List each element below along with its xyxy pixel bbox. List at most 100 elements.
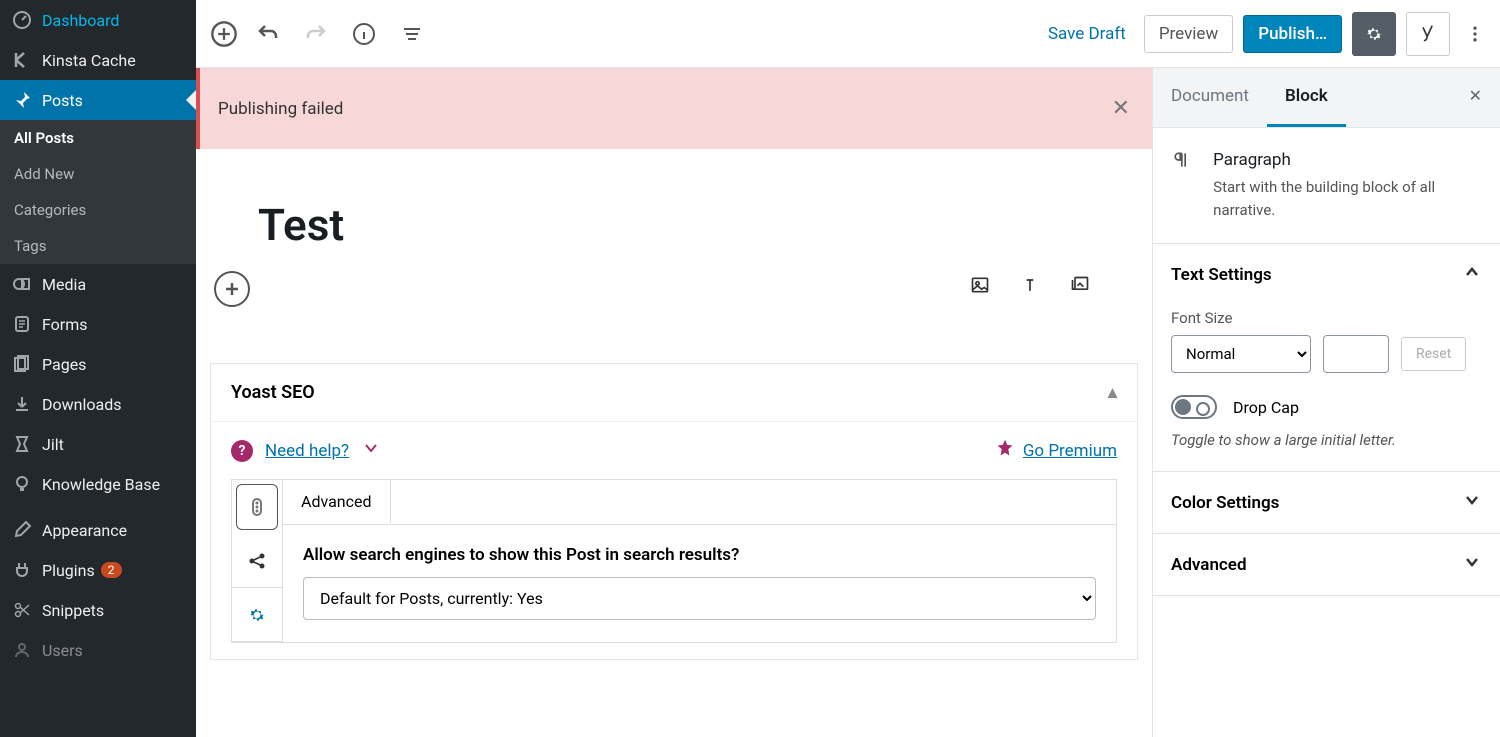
search-engines-select[interactable]: Default for Posts, currently: Yes [303,577,1096,620]
preview-button[interactable]: Preview [1144,15,1233,53]
advanced-toggle[interactable]: Advanced [1153,534,1500,595]
settings-toggle-button[interactable] [1352,12,1396,56]
editor-topbar: Save Draft Preview Publish… [196,0,1500,68]
help-icon: ? [231,440,253,462]
need-help-link[interactable]: Need help? [265,441,349,461]
sidebar-label: Users [42,641,83,660]
sidebar-item-downloads[interactable]: Downloads [0,384,196,424]
chevron-up-icon [1462,262,1482,287]
posts-submenu: All Posts Add New Categories Tags [0,120,196,264]
font-size-select[interactable]: Normal [1171,335,1311,373]
drop-cap-hint: Toggle to show a large initial letter. [1171,431,1482,449]
settings-sidebar: Document Block ✕ Paragraph Start with th… [1152,68,1500,737]
heading-block-icon[interactable] [1020,275,1048,303]
sidebar-item-pages[interactable]: Pages [0,344,196,384]
yoast-tab-advanced[interactable] [232,588,282,642]
notice-text: Publishing failed [218,99,343,119]
image-block-icon[interactable] [970,275,998,303]
sidebar-label: Plugins [42,561,95,580]
chevron-down-icon [361,438,381,463]
users-icon [12,640,32,660]
sidebar-label: Kinsta Cache [42,51,136,70]
sidebar-item-appearance[interactable]: Appearance [0,510,196,550]
font-size-input[interactable] [1323,335,1389,373]
more-menu-button[interactable] [1460,12,1490,56]
sidebar-item-users[interactable]: Users [0,630,196,670]
update-badge: 2 [101,562,122,578]
plug-icon [12,560,32,580]
sidebar-item-dashboard[interactable]: Dashboard [0,0,196,40]
chevron-down-icon [1462,552,1482,577]
tab-document[interactable]: Document [1153,68,1267,127]
add-block-button[interactable] [206,16,242,52]
sidebar-label: Snippets [42,601,104,620]
sidebar-item-media[interactable]: Media [0,264,196,304]
error-notice: Publishing failed ✕ [196,68,1152,149]
jilt-icon [12,434,32,454]
sidebar-label: Media [42,275,86,294]
yoast-tab-social[interactable] [232,534,282,588]
block-nav-button[interactable] [390,12,434,56]
yoast-tab-readability[interactable] [236,484,278,530]
submenu-categories[interactable]: Categories [0,192,196,228]
bulb-icon [12,474,32,494]
content-info-button[interactable] [342,12,386,56]
sidebar-item-forms[interactable]: Forms [0,304,196,344]
tab-block[interactable]: Block [1267,68,1346,127]
font-size-reset-button[interactable]: Reset [1401,337,1466,371]
save-draft-button[interactable]: Save Draft [1040,16,1134,52]
sidebar-item-kb[interactable]: Knowledge Base [0,464,196,504]
sidebar-label: Posts [42,91,83,110]
forms-icon [12,314,32,334]
font-size-label: Font Size [1171,309,1482,327]
text-settings-title: Text Settings [1171,265,1272,285]
chevron-down-icon [1462,490,1482,515]
sidebar-item-snippets[interactable]: Snippets [0,590,196,630]
pages-icon [12,354,32,374]
text-settings-toggle[interactable]: Text Settings [1153,244,1500,305]
submenu-tags[interactable]: Tags [0,228,196,264]
pin-icon [12,90,32,110]
add-block-inline-button[interactable] [214,271,250,307]
star-icon [995,438,1015,463]
post-title-input[interactable] [258,199,1098,251]
sidebar-item-plugins[interactable]: Plugins 2 [0,550,196,590]
yoast-metabox-toggle[interactable]: Yoast SEO ▴ [211,364,1137,422]
sidebar-label: Pages [42,355,86,374]
sidebar-item-jilt[interactable]: Jilt [0,424,196,464]
color-settings-title: Color Settings [1171,493,1279,513]
kinsta-icon [12,50,32,70]
dashboard-icon [12,10,32,30]
close-settings-button[interactable]: ✕ [1451,68,1500,127]
sidebar-item-posts[interactable]: Posts [0,80,196,120]
search-engines-label: Allow search engines to show this Post i… [303,545,1096,565]
submenu-add-new[interactable]: Add New [0,156,196,192]
sidebar-label: Knowledge Base [42,475,160,494]
publish-button[interactable]: Publish… [1243,15,1342,53]
dismiss-notice-button[interactable]: ✕ [1108,92,1134,125]
yoast-advanced-tab-label[interactable]: Advanced [282,479,391,523]
admin-sidebar: Dashboard Kinsta Cache Posts All Posts A… [0,0,196,737]
undo-button[interactable] [246,12,290,56]
advanced-title: Advanced [1171,555,1247,575]
redo-button[interactable] [294,12,338,56]
block-description: Start with the building block of all nar… [1213,176,1482,221]
caret-up-icon: ▴ [1108,382,1117,403]
color-settings-toggle[interactable]: Color Settings [1153,472,1500,533]
gallery-block-icon[interactable] [1070,275,1098,303]
drop-cap-label: Drop Cap [1233,398,1299,417]
yoast-toggle-button[interactable] [1406,12,1450,56]
sidebar-label: Downloads [42,395,121,414]
editor-canvas: Publishing failed ✕ Yoast SEO ▴ ? Need h… [196,68,1152,737]
block-name: Paragraph [1213,150,1482,170]
drop-cap-toggle[interactable] [1171,395,1217,419]
brush-icon [12,520,32,540]
media-icon [12,274,32,294]
sidebar-item-kinsta[interactable]: Kinsta Cache [0,40,196,80]
submenu-all-posts[interactable]: All Posts [0,120,196,156]
go-premium-link[interactable]: Go Premium [1023,441,1117,461]
yoast-metabox: Yoast SEO ▴ ? Need help? Go Premium [210,363,1138,660]
sidebar-label: Dashboard [42,11,119,30]
paragraph-icon [1171,150,1197,178]
sidebar-label: Forms [42,315,88,334]
